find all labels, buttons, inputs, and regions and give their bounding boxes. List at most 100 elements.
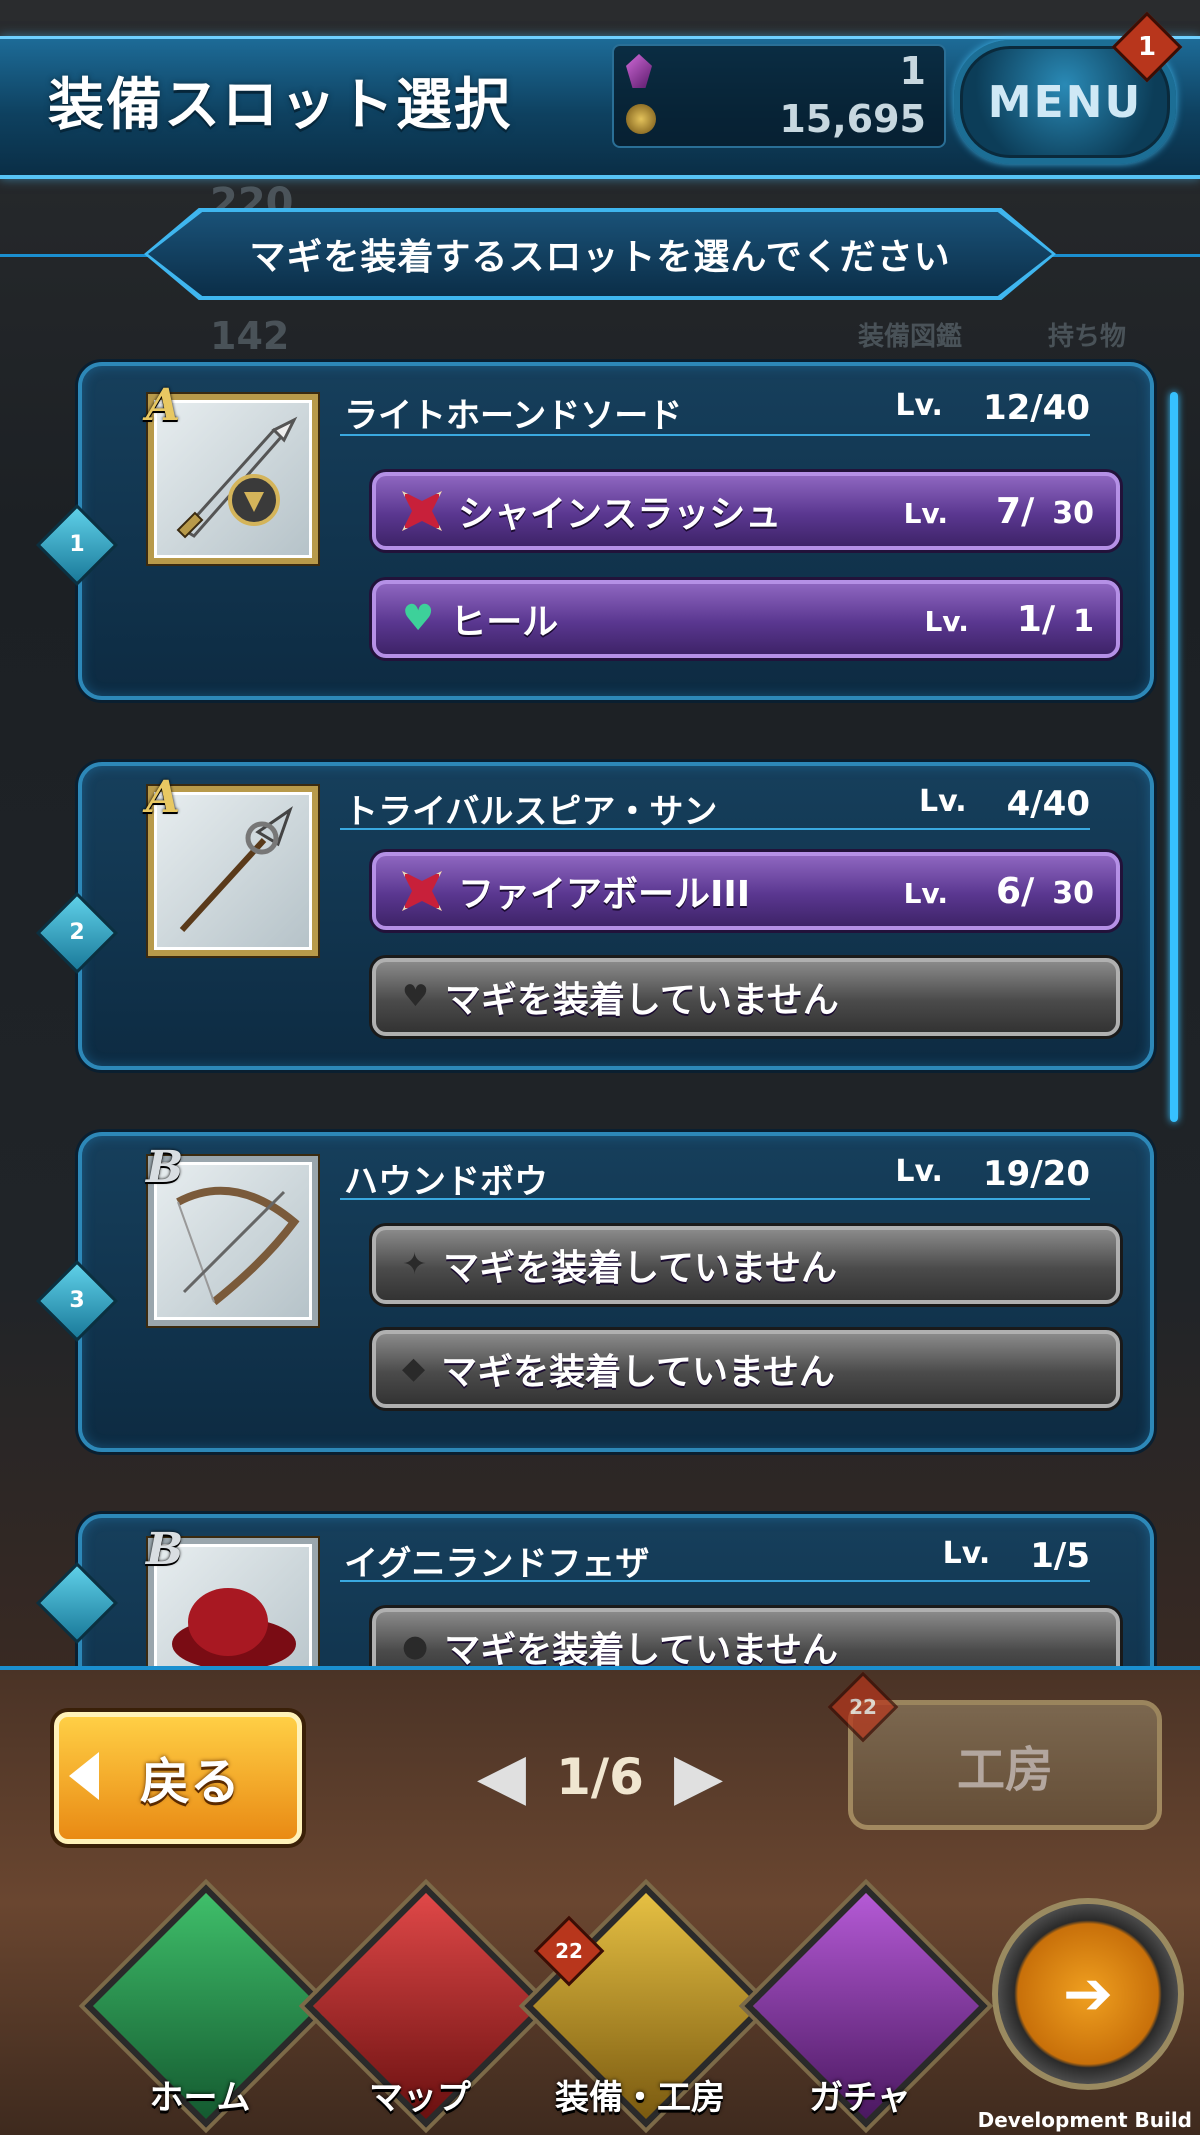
- magi-slot-button[interactable]: ♥ ヒール Lv. 1/ 1: [372, 580, 1120, 658]
- back-arrow-icon: [69, 1752, 99, 1800]
- magi-level-max: 1: [1073, 603, 1094, 639]
- page-indicator: 1/6: [556, 1748, 644, 1806]
- page-selector: ◀ 1/6 ▶: [410, 1728, 790, 1826]
- weapon-thumbnail: A: [146, 772, 318, 956]
- rank-letter: A: [146, 772, 181, 823]
- nav-gacha-label: ガチャ: [809, 2078, 911, 2118]
- crystal-outline-icon: ✦: [402, 1247, 428, 1282]
- name-divider: [340, 1580, 1090, 1582]
- nav-home-label: ホーム: [149, 2078, 251, 2118]
- slot-number: 2: [69, 920, 85, 945]
- prev-page-icon[interactable]: ◀: [477, 1740, 526, 1814]
- empty-magi-text: マギを装着していません: [444, 980, 839, 1021]
- weapon-thumbnail: B: [146, 1142, 318, 1326]
- weapon-name: ライトホーンドソード: [344, 396, 683, 436]
- magi-level-max: 30: [1052, 495, 1094, 531]
- slot-number: 3: [69, 1288, 85, 1313]
- slot-number-icon: 1: [35, 503, 119, 587]
- diamond-outline-icon: ◆: [402, 1351, 426, 1386]
- weapon-thumbnail: A: [146, 380, 318, 564]
- currency-box: 1 15,695: [612, 44, 946, 148]
- back-button[interactable]: 戻る: [54, 1712, 302, 1844]
- workshop-label: 工房: [956, 1742, 1053, 1798]
- back-label: 戻る: [140, 1753, 240, 1811]
- scrollbar[interactable]: [1170, 392, 1178, 1122]
- slot-number: 1: [69, 532, 85, 557]
- nav-equip-badge-count: 22: [555, 1939, 583, 1963]
- empty-magi-text: マギを装着していません: [443, 1248, 837, 1289]
- magi-level: 1/: [1016, 598, 1056, 640]
- forward-arrow-icon: ➔: [1062, 1959, 1114, 2029]
- magi-level-label: Lv.: [903, 876, 949, 910]
- level-label: Lv.: [918, 784, 967, 819]
- heart-icon: ♥: [402, 598, 435, 639]
- page-title: 装備スロット選択: [48, 73, 512, 138]
- slot-number-icon: 2: [35, 891, 119, 975]
- gem-icon: [626, 54, 652, 88]
- slot-card-3[interactable]: 3 B ハウンドボウ Lv. 19/20 ✦ マギを装着していません ◆ マギを…: [35, 1132, 1154, 1452]
- nav-forward-button[interactable]: ➔: [992, 1898, 1184, 2090]
- slot-card-1[interactable]: 1 A ライトホーンドソード Lv. 12/40 シャインスラッシュ Lv. 7…: [35, 362, 1154, 700]
- weapon-level: Lv. 4/40: [919, 784, 1090, 824]
- instruction-banner: マギを装着するスロットを選んでください: [148, 212, 1052, 296]
- magi-level: 7/: [996, 490, 1035, 532]
- empty-magi-slot-button[interactable]: ♥ マギを装着していません: [372, 958, 1120, 1036]
- name-divider: [340, 828, 1090, 830]
- rank-letter: B: [146, 1524, 184, 1575]
- weapon-name: トライバルスピア・サン: [344, 792, 718, 832]
- level-value: 19/20: [982, 1154, 1090, 1194]
- workshop-badge-count: 22: [849, 1695, 877, 1719]
- magi-level: 6/: [996, 870, 1035, 912]
- slot-number-icon: 3: [35, 1259, 119, 1343]
- coin-counter: 15,695: [626, 96, 926, 142]
- magi-level-label: Lv.: [903, 496, 949, 530]
- empty-magi-text: マギを装着していません: [441, 1352, 835, 1393]
- armor-thumbnail: B: [146, 1524, 318, 1666]
- circle-outline-icon: ●: [402, 1629, 429, 1664]
- magi-level-label: Lv.: [924, 604, 969, 638]
- gem-count: 1: [899, 49, 926, 93]
- coin-icon: [626, 104, 656, 134]
- level-label: Lv.: [895, 1154, 943, 1189]
- armor-name: イグニランドフェザ: [344, 1544, 650, 1584]
- empty-magi-text: マギを装着していません: [444, 1630, 839, 1666]
- armor-level: Lv. 1/5: [943, 1536, 1090, 1576]
- armor-slot-icon: [35, 1561, 119, 1645]
- heart-outline-icon: ♥: [402, 979, 429, 1014]
- red-crystal-icon: [402, 871, 442, 911]
- magi-name: シャインスラッシュ: [458, 494, 782, 535]
- nav-map-label: マップ: [369, 2078, 471, 2118]
- slot-card-4[interactable]: B イグニランドフェザ Lv. 1/5 ● マギを装着していません: [35, 1514, 1154, 1666]
- magi-level-max: 30: [1052, 875, 1094, 911]
- weapon-level: Lv. 19/20: [895, 1154, 1090, 1194]
- nav-equip-label: 装備・工房: [555, 2078, 725, 2118]
- level-label: Lv.: [942, 1536, 991, 1571]
- level-value: 12/40: [982, 388, 1090, 428]
- name-divider: [340, 1198, 1090, 1200]
- magi-name: ヒール: [450, 602, 559, 643]
- slot-list[interactable]: 1 A ライトホーンドソード Lv. 12/40 シャインスラッシュ Lv. 7…: [0, 340, 1200, 1666]
- level-value: 4/40: [1006, 784, 1090, 824]
- menu-badge-count: 1: [1137, 32, 1157, 62]
- magi-slot-button[interactable]: シャインスラッシュ Lv. 7/ 30: [372, 472, 1120, 550]
- coin-count: 15,695: [779, 97, 926, 141]
- rank-letter: A: [146, 380, 181, 431]
- empty-magi-slot-button[interactable]: ● マギを装着していません: [372, 1608, 1120, 1666]
- magi-name: ファイアボールIII: [458, 874, 751, 915]
- rank-letter: B: [146, 1142, 184, 1193]
- slot-card-2[interactable]: 2 A トライバルスピア・サン Lv. 4/40 ファイアボールIII Lv. …: [35, 762, 1154, 1070]
- dev-build-label: Development Build: [977, 2108, 1192, 2132]
- weapon-level: Lv. 12/40: [895, 388, 1090, 428]
- empty-magi-slot-button[interactable]: ◆ マギを装着していません: [372, 1330, 1120, 1408]
- level-value: 1/5: [1030, 1536, 1090, 1576]
- empty-magi-slot-button[interactable]: ✦ マギを装着していません: [372, 1226, 1120, 1304]
- red-crystal-icon: [402, 491, 442, 531]
- gem-counter: 1: [626, 48, 926, 94]
- name-divider: [340, 434, 1090, 436]
- level-label: Lv.: [895, 388, 943, 423]
- weapon-name: ハウンドボウ: [344, 1162, 548, 1202]
- magi-slot-button[interactable]: ファイアボールIII Lv. 6/ 30: [372, 852, 1120, 930]
- workshop-button[interactable]: 工房: [848, 1700, 1162, 1830]
- instruction-text: マギを装着するスロットを選んでください: [249, 237, 951, 278]
- next-page-icon[interactable]: ▶: [674, 1740, 723, 1814]
